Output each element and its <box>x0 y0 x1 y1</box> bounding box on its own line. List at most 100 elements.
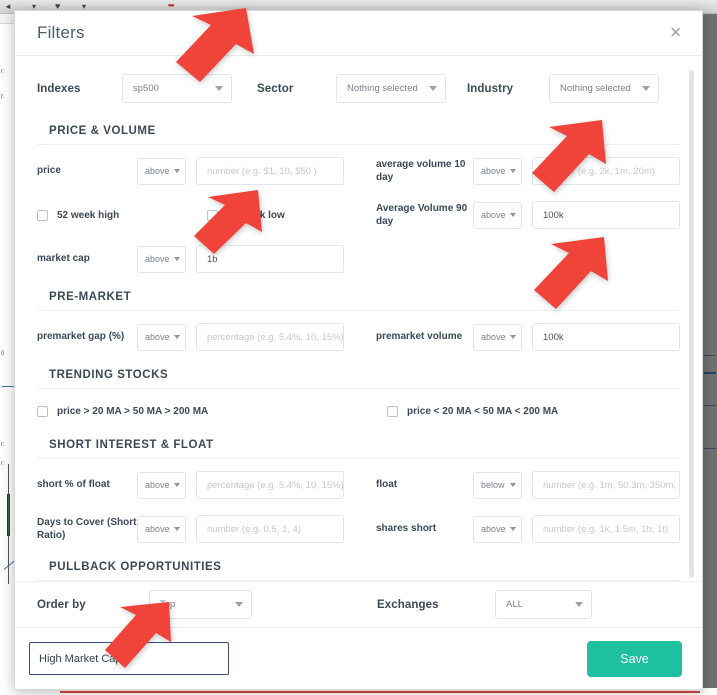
market-cap-operator-select[interactable]: above <box>137 245 186 273</box>
chevron-down-icon <box>174 169 180 173</box>
sector-select-value: Nothing selected <box>347 83 418 94</box>
page-title: Filters <box>37 23 85 42</box>
market-cap-input[interactable]: 1b <box>196 245 344 273</box>
industry-label: Industry <box>467 82 514 95</box>
background-left-label-1: r: <box>1 69 5 75</box>
indexes-group: Indexes sp500 <box>37 74 257 103</box>
premarket-volume-input[interactable]: 100k <box>532 323 680 351</box>
short-pct-float-operator-select[interactable]: above <box>137 471 186 499</box>
save-button[interactable]: Save <box>587 640 682 677</box>
row-premarket: premarket gap (%) above percentage (e.g.… <box>37 315 680 359</box>
price-operator-select[interactable]: above <box>137 157 186 185</box>
short-pct-float-input[interactable]: percentage (e.g. 5.4%, 10, 15%) <box>196 471 344 499</box>
avg-volume-10-operator-select[interactable]: above <box>473 157 522 185</box>
price-label: price <box>37 165 61 177</box>
indexes-label: Indexes <box>37 82 81 95</box>
scrollbar-thumb[interactable] <box>689 70 694 578</box>
background-chart-candle <box>7 494 10 536</box>
row-market-cap: market cap above 1b <box>37 237 680 281</box>
exchanges-label: Exchanges <box>377 598 439 611</box>
background-back-icon: ◄ <box>4 2 12 11</box>
short-pct-float-label: short % of float <box>37 479 110 491</box>
avg-volume-90-input[interactable]: 100k <box>532 201 680 229</box>
order-by-label: Order by <box>37 598 86 611</box>
chevron-down-icon <box>575 602 583 607</box>
short-pct-float-operator-value: above <box>145 480 170 490</box>
section-trending-stocks: price > 20 MA > 50 MA > 200 MA price < 2… <box>37 393 680 433</box>
premarket-gap-label: premarket gap (%) <box>37 331 125 343</box>
days-to-cover-operator-select[interactable]: above <box>137 515 186 543</box>
week-high-checkbox-row[interactable]: 52 week high <box>37 200 207 230</box>
days-to-cover-label: Days to Cover (Short Ratio) <box>37 516 137 541</box>
background-right-tick-1 <box>704 355 716 356</box>
index-sector-industry-row: Indexes sp500 Sector Nothing selected In… <box>37 70 680 119</box>
days-to-cover-input[interactable]: number (e.g. 0.5, 1, 4) <box>196 515 344 543</box>
background-left-label-4: r: <box>1 442 5 448</box>
shares-short-input[interactable]: number (e.g. 1k, 1.5m, 1b, 1t) <box>532 515 680 543</box>
order-by-select[interactable]: Top <box>149 590 252 619</box>
market-cap-label: market cap <box>37 253 90 265</box>
background-right-tick-2 <box>704 372 716 374</box>
background-left-label-3: 0 <box>1 351 5 357</box>
modal-header: Filters ✕ <box>15 11 702 56</box>
premarket-gap-input[interactable]: percentage (e.g. 5.4%, 10, 15%) <box>196 323 344 351</box>
chevron-down-icon <box>174 483 180 487</box>
industry-select[interactable]: Nothing selected <box>549 74 659 103</box>
scrollbar-track[interactable] <box>689 62 698 578</box>
section-title-price-volume: PRICE & VOLUME <box>37 119 680 145</box>
background-bottom-accent <box>60 691 700 693</box>
week-high-label: 52 week high <box>57 209 120 221</box>
avg-volume-10-label: average volume 10 day <box>376 158 466 183</box>
chevron-down-icon <box>642 86 650 91</box>
chevron-down-icon <box>429 86 437 91</box>
week-low-label: 52 week low <box>227 209 285 221</box>
order-by-group: Order by Top <box>37 590 377 619</box>
avg-volume-10-input[interactable]: number (e.g. 2k, 1m, 20m) <box>532 157 680 185</box>
chevron-down-icon <box>510 527 516 531</box>
days-to-cover-operator-value: above <box>145 524 170 534</box>
section-title-trending-stocks: TRENDING STOCKS <box>37 363 680 389</box>
filters-modal: Filters ✕ Indexes sp500 Sector Nothing s… <box>14 10 703 690</box>
float-label: float <box>376 479 398 491</box>
trending-bullish-checkbox[interactable] <box>37 405 48 417</box>
preset-name-input[interactable]: High Market Cap <box>29 642 229 675</box>
indexes-select[interactable]: sp500 <box>122 74 232 103</box>
premarket-gap-operator-select[interactable]: above <box>137 323 186 351</box>
chevron-down-icon <box>174 527 180 531</box>
background-right-tick-3 <box>704 405 716 406</box>
float-input[interactable]: number (e.g. 1m, 50.3m, 350m, 1000m) <box>532 471 680 499</box>
exchanges-group: Exchanges ALL <box>377 590 592 619</box>
indexes-select-value: sp500 <box>133 83 159 94</box>
price-operator-value: above <box>145 166 170 176</box>
chevron-down-icon <box>235 602 243 607</box>
chevron-down-icon <box>510 335 516 339</box>
chevron-down-icon <box>174 257 180 261</box>
week-low-checkbox-row[interactable]: 52 week low <box>207 200 285 230</box>
order-by-select-value: Top <box>160 599 176 610</box>
price-input[interactable]: number (e.g. $1, 10, $50 ) <box>196 157 344 185</box>
shares-short-operator-select[interactable]: above <box>473 515 522 543</box>
filters-scroll-area[interactable]: Indexes sp500 Sector Nothing selected In… <box>15 56 702 581</box>
industry-group: Industry Nothing selected <box>467 74 659 103</box>
exchanges-select[interactable]: ALL <box>495 590 592 619</box>
close-icon[interactable]: ✕ <box>665 24 686 43</box>
chevron-down-icon <box>215 86 223 91</box>
background-left-label-5: r: <box>1 461 5 467</box>
premarket-gap-operator-value: above <box>145 332 170 342</box>
week-low-checkbox[interactable] <box>207 209 218 221</box>
premarket-volume-operator-value: above <box>481 332 506 342</box>
row-price: price above number (e.g. $1, 10, $50 ) a… <box>37 149 680 193</box>
premarket-volume-operator-select[interactable]: above <box>473 323 522 351</box>
trending-bullish-label: price > 20 MA > 50 MA > 200 MA <box>57 405 209 417</box>
avg-volume-90-operator-select[interactable]: above <box>473 201 522 229</box>
week-high-checkbox[interactable] <box>37 209 48 221</box>
avg-volume-90-label: Average Volume 90 day <box>376 202 468 227</box>
background-red-marker: ••• <box>168 1 174 10</box>
trending-bearish-checkbox[interactable] <box>387 405 398 417</box>
trending-bullish-row[interactable]: price > 20 MA > 50 MA > 200 MA <box>37 396 387 426</box>
trending-bearish-row[interactable]: price < 20 MA < 50 MA < 200 MA <box>387 396 558 426</box>
avg-volume-90-operator-value: above <box>481 210 506 220</box>
float-operator-select[interactable]: below <box>473 471 522 499</box>
sector-group: Sector Nothing selected <box>257 74 467 103</box>
sector-select[interactable]: Nothing selected <box>336 74 446 103</box>
